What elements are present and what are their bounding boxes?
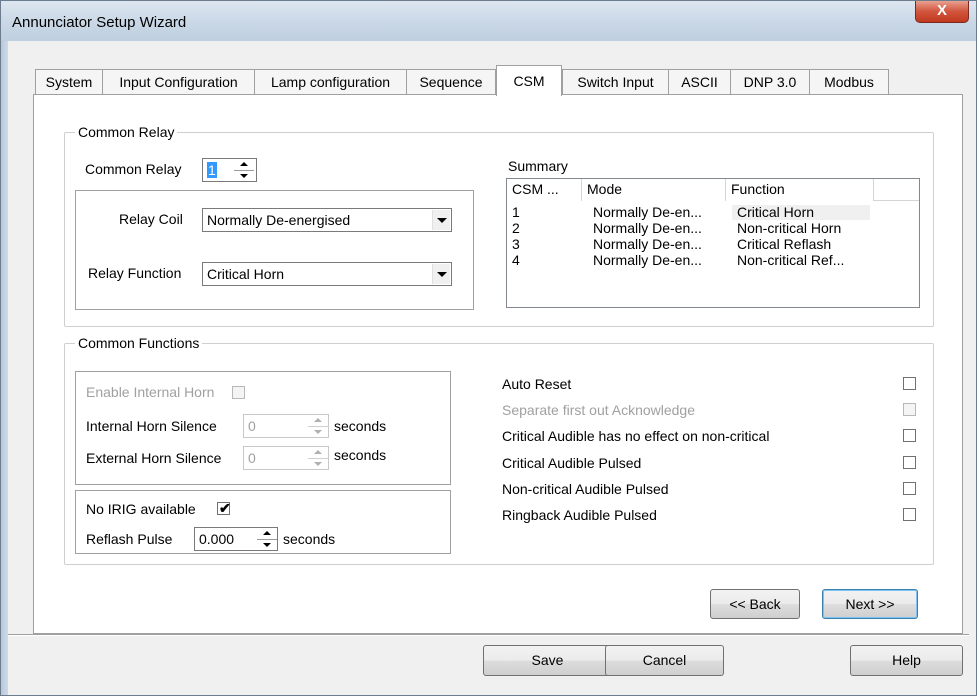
common-relay-group: Common Relay Common Relay 1 Relay Coil N… (64, 124, 934, 327)
external-horn-spin-buttons[interactable] (308, 447, 328, 469)
auto-reset-label: Auto Reset (502, 376, 572, 392)
no-irig-label: No IRIG available (86, 501, 196, 517)
chevron-down-icon[interactable] (432, 210, 450, 230)
list-item[interactable]: 3 Normally De-en... Critical Reflash (507, 237, 919, 252)
tab-dnp[interactable]: DNP 3.0 (730, 69, 810, 95)
separate-first-out-checkbox[interactable] (903, 403, 916, 416)
save-button[interactable]: Save (483, 645, 612, 676)
common-relay-spin-buttons[interactable] (234, 159, 254, 181)
tab-lamp-configuration[interactable]: Lamp configuration (254, 69, 407, 95)
help-button[interactable]: Help (850, 645, 963, 676)
csm-cell: 3 (512, 236, 520, 252)
list-item[interactable]: 2 Normally De-en... Non-critical Horn (507, 221, 919, 236)
back-button[interactable]: << Back (710, 589, 800, 619)
function-cell: Non-critical Ref... (737, 252, 845, 268)
internal-horn-spin-buttons[interactable] (308, 415, 328, 437)
summary-list[interactable]: CSM ... Mode Function 1 Normally De-en..… (506, 178, 920, 308)
spin-down-icon[interactable] (257, 539, 277, 550)
ringback-pulsed-checkbox[interactable] (903, 508, 916, 521)
seconds-label: seconds (283, 531, 336, 547)
chevron-down-icon[interactable] (432, 264, 450, 284)
critical-no-effect-label: Critical Audible has no effect on non-cr… (502, 428, 770, 444)
ringback-pulsed-label: Ringback Audible Pulsed (502, 507, 657, 523)
common-functions-group-title: Common Functions (75, 335, 203, 351)
spin-down-icon[interactable] (234, 170, 254, 181)
function-cell: Critical Reflash (737, 236, 832, 252)
window-frame-left (1, 41, 8, 695)
relay-coil-select[interactable]: Normally De-energised (202, 208, 452, 232)
column-mode[interactable]: Mode (582, 179, 726, 201)
tab-system[interactable]: System (35, 69, 103, 95)
function-cell: Non-critical Horn (737, 220, 842, 236)
common-relay-group-title: Common Relay (75, 124, 178, 140)
spin-up-icon[interactable] (308, 447, 328, 458)
mode-cell: Normally De-en... (593, 236, 702, 252)
relay-function-value: Critical Horn (207, 266, 285, 282)
mode-cell: Normally De-en... (593, 220, 702, 236)
next-button[interactable]: Next >> (822, 589, 918, 619)
auto-reset-checkbox[interactable] (903, 377, 916, 390)
reflash-pulse-value: 0.000 (199, 531, 235, 547)
list-item[interactable]: 4 Normally De-en... Non-critical Ref... (507, 253, 919, 268)
spin-down-icon[interactable] (308, 458, 328, 469)
common-functions-group: Common Functions Enable Internal Horn In… (64, 335, 934, 565)
critical-pulsed-label: Critical Audible Pulsed (502, 455, 642, 471)
mode-cell: Normally De-en... (593, 252, 702, 268)
title-bar: Annunciator Setup Wizard X (1, 1, 976, 41)
spin-down-icon[interactable] (308, 426, 328, 437)
checkmark-icon: ✔ (219, 500, 231, 516)
external-horn-silence-label: External Horn Silence (86, 450, 222, 466)
column-function[interactable]: Function (726, 179, 874, 201)
common-relay-label: Common Relay (85, 161, 182, 177)
enable-internal-horn-checkbox[interactable] (232, 386, 245, 399)
enable-internal-horn-label: Enable Internal Horn (86, 384, 215, 400)
critical-no-effect-checkbox[interactable] (903, 429, 916, 442)
csm-cell: 1 (512, 204, 520, 220)
summary-title: Summary (508, 158, 568, 174)
noncritical-pulsed-checkbox[interactable] (903, 482, 916, 495)
list-item[interactable]: 1 Normally De-en... Critical Horn (507, 205, 919, 220)
separate-first-out-label: Separate first out Acknowledge (502, 402, 696, 418)
wizard-window: Annunciator Setup Wizard X System Input … (0, 0, 977, 696)
relay-coil-value: Normally De-energised (207, 212, 351, 228)
relay-settings-box: Relay Coil Normally De-energised Relay F… (75, 190, 474, 310)
tab-modbus[interactable]: Modbus (809, 69, 889, 95)
reflash-spin-buttons[interactable] (257, 528, 277, 550)
summary-header: CSM ... Mode Function (507, 179, 919, 201)
tab-input-configuration[interactable]: Input Configuration (102, 69, 255, 95)
internal-horn-silence-value: 0 (248, 418, 256, 434)
noncritical-pulsed-label: Non-critical Audible Pulsed (502, 481, 669, 497)
relay-coil-label: Relay Coil (119, 211, 183, 227)
critical-pulsed-checkbox[interactable] (903, 456, 916, 469)
relay-function-label: Relay Function (88, 265, 182, 281)
horn-settings-box: Enable Internal Horn Internal Horn Silen… (75, 371, 451, 485)
external-horn-silence-value: 0 (248, 450, 256, 466)
footer-divider (8, 634, 969, 636)
mode-cell: Normally De-en... (593, 204, 702, 220)
seconds-label: seconds (334, 447, 387, 463)
spin-up-icon[interactable] (257, 528, 277, 539)
tab-switch-input[interactable]: Switch Input (562, 69, 669, 95)
tab-sequence[interactable]: Sequence (406, 69, 496, 95)
irig-settings-box: No IRIG available ✔ Reflash Pulse 0.000 … (75, 490, 451, 554)
no-irig-checkbox[interactable]: ✔ (217, 500, 231, 516)
close-button[interactable]: X (915, 1, 969, 23)
function-cell: Critical Horn (737, 204, 815, 220)
column-csm[interactable]: CSM ... (507, 179, 582, 201)
csm-cell: 4 (512, 252, 520, 268)
seconds-label: seconds (334, 418, 387, 434)
cancel-button[interactable]: Cancel (605, 645, 724, 676)
spin-up-icon[interactable] (234, 159, 254, 170)
common-relay-value: 1 (207, 162, 217, 178)
relay-function-select[interactable]: Critical Horn (202, 262, 452, 286)
tab-csm[interactable]: CSM (496, 65, 562, 96)
window-title: Annunciator Setup Wizard (12, 14, 187, 31)
dialog-content: System Input Configuration Lamp configur… (8, 41, 969, 690)
spin-up-icon[interactable] (308, 415, 328, 426)
tab-ascii[interactable]: ASCII (668, 69, 731, 95)
internal-horn-silence-label: Internal Horn Silence (86, 418, 217, 434)
csm-tab-panel: Common Relay Common Relay 1 Relay Coil N… (33, 94, 963, 634)
reflash-pulse-label: Reflash Pulse (86, 531, 173, 547)
csm-cell: 2 (512, 220, 520, 236)
